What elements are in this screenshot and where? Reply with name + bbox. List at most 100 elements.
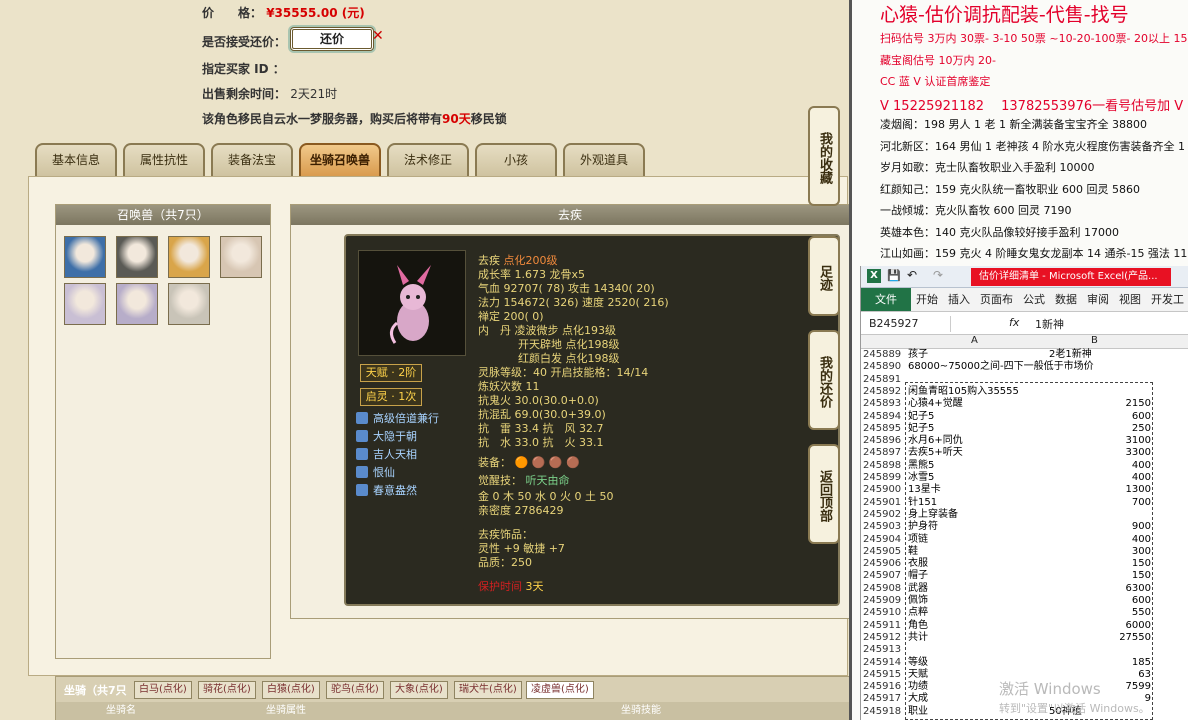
- row-number[interactable]: 245918: [863, 706, 905, 718]
- ribbon-tab-7[interactable]: 审阅: [1082, 288, 1114, 311]
- pet-avatar-6[interactable]: [116, 283, 158, 325]
- cell-a[interactable]: 闲鱼青昭105购入35555: [908, 386, 1019, 398]
- cell-a[interactable]: 护身符: [908, 521, 938, 533]
- mount-tab[interactable]: 白猿(点化): [262, 681, 320, 699]
- row-number[interactable]: 245911: [863, 620, 905, 632]
- row-number[interactable]: 245907: [863, 570, 905, 582]
- row-number[interactable]: 245915: [863, 669, 905, 681]
- undo-icon[interactable]: ↶: [907, 268, 917, 282]
- cell-a[interactable]: 等级: [908, 657, 928, 669]
- row-number[interactable]: 245901: [863, 497, 905, 509]
- ribbon-tab-2[interactable]: 开始: [911, 288, 943, 311]
- row-number[interactable]: 245914: [863, 657, 905, 669]
- cell-b[interactable]: 250: [1041, 423, 1151, 435]
- cell-b[interactable]: 400: [1041, 460, 1151, 472]
- cell-b[interactable]: 6300: [1041, 583, 1151, 595]
- cell-a[interactable]: 孩子: [908, 349, 928, 361]
- side-button-4[interactable]: 返回顶部: [808, 444, 840, 544]
- cell-a[interactable]: 鞋: [908, 546, 918, 558]
- ribbon-tab-8[interactable]: 视图: [1114, 288, 1146, 311]
- cell-b[interactable]: 700: [1041, 497, 1151, 509]
- row-number[interactable]: 245900: [863, 484, 905, 496]
- fx-icon[interactable]: fx: [1009, 316, 1019, 329]
- row-number[interactable]: 245904: [863, 534, 905, 546]
- ribbon-tab-6[interactable]: 数据: [1050, 288, 1082, 311]
- cell-a[interactable]: 佩饰: [908, 595, 928, 607]
- col-a-header[interactable]: A: [971, 335, 978, 346]
- mount-tab[interactable]: 大象(点化): [390, 681, 448, 699]
- ribbon-tab-1[interactable]: 文件: [861, 288, 911, 311]
- cell-b[interactable]: 185: [1041, 657, 1151, 669]
- ribbon-tab-9[interactable]: 开发工: [1146, 288, 1188, 311]
- ribbon-tab-5[interactable]: 公式: [1018, 288, 1050, 311]
- row-number[interactable]: 245894: [863, 411, 905, 423]
- row-number[interactable]: 245890: [863, 361, 905, 373]
- row-number[interactable]: 245905: [863, 546, 905, 558]
- mount-tab[interactable]: 瑞犬牛(点化): [454, 681, 522, 699]
- side-button-3[interactable]: 我的还价: [808, 330, 840, 430]
- cell-a[interactable]: 点粹: [908, 607, 928, 619]
- cell-a[interactable]: 黑熊5: [908, 460, 934, 472]
- cell-b[interactable]: 550: [1041, 607, 1151, 619]
- cell-a[interactable]: 去疾5+听天: [908, 447, 963, 459]
- row-number[interactable]: 245895: [863, 423, 905, 435]
- mount-tab[interactable]: 驼鸟(点化): [326, 681, 384, 699]
- cell-b[interactable]: 3300: [1041, 447, 1151, 459]
- cell-b[interactable]: 1300: [1041, 484, 1151, 496]
- tab-7[interactable]: 外观道具: [563, 143, 645, 176]
- skill-item[interactable]: 吉人天相: [356, 446, 417, 462]
- cell-a[interactable]: 心猿4+觉醒: [908, 398, 963, 410]
- tab-4[interactable]: 坐骑召唤兽: [299, 143, 381, 176]
- cell-a[interactable]: 冰雪5: [908, 472, 934, 484]
- cell-a[interactable]: 妃子5: [908, 423, 934, 435]
- row-number[interactable]: 245893: [863, 398, 905, 410]
- row-number[interactable]: 245891: [863, 374, 905, 386]
- cell-b[interactable]: 6000: [1041, 620, 1151, 632]
- row-number[interactable]: 245908: [863, 583, 905, 595]
- cell-a[interactable]: 68000~75000之间-四下一般低于市场价: [908, 361, 1094, 373]
- cell-a[interactable]: 妃子5: [908, 411, 934, 423]
- counter-offer-button[interactable]: 还价: [290, 27, 374, 51]
- cell-b[interactable]: 27550: [1041, 632, 1151, 644]
- cell-a[interactable]: 身上穿装备: [908, 509, 958, 521]
- row-number[interactable]: 245898: [863, 460, 905, 472]
- save-icon[interactable]: 💾: [887, 269, 901, 282]
- cell-b[interactable]: 400: [1041, 472, 1151, 484]
- cell-a[interactable]: 天赋: [908, 669, 928, 681]
- close-icon[interactable]: ✕: [372, 28, 384, 44]
- cell-b[interactable]: 2150: [1041, 398, 1151, 410]
- skill-item[interactable]: 大隐于朝: [356, 428, 417, 444]
- cell-a[interactable]: 项链: [908, 534, 928, 546]
- cell-a[interactable]: 职业: [908, 706, 928, 718]
- tab-1[interactable]: 基本信息: [35, 143, 117, 176]
- row-number[interactable]: 245903: [863, 521, 905, 533]
- row-number[interactable]: 245902: [863, 509, 905, 521]
- cell-a[interactable]: 功绩: [908, 681, 928, 693]
- row-number[interactable]: 245896: [863, 435, 905, 447]
- cell-a[interactable]: 水月6+同仇: [908, 435, 963, 447]
- cell-b[interactable]: 600: [1041, 595, 1151, 607]
- cell-b-text[interactable]: 2老1新神: [1049, 349, 1092, 361]
- cell-b[interactable]: 150: [1041, 570, 1151, 582]
- tab-2[interactable]: 属性抗性: [123, 143, 205, 176]
- tab-3[interactable]: 装备法宝: [211, 143, 293, 176]
- cell-a[interactable]: 共计: [908, 632, 928, 644]
- skill-item[interactable]: 恨仙: [356, 464, 395, 480]
- pet-avatar-2[interactable]: [116, 236, 158, 278]
- cell-b[interactable]: 3100: [1041, 435, 1151, 447]
- pet-avatar-3[interactable]: [168, 236, 210, 278]
- side-button-2[interactable]: 足迹: [808, 236, 840, 316]
- tab-6[interactable]: 小孩: [475, 143, 557, 176]
- redo-icon[interactable]: ↷: [933, 268, 943, 282]
- cell-b[interactable]: 300: [1041, 546, 1151, 558]
- pet-avatar-4[interactable]: [220, 236, 262, 278]
- skill-item[interactable]: 高级倍道兼行: [356, 410, 439, 426]
- row-number[interactable]: 245912: [863, 632, 905, 644]
- cell-a[interactable]: 衣服: [908, 558, 928, 570]
- name-box[interactable]: B245927: [869, 316, 951, 332]
- row-number[interactable]: 245906: [863, 558, 905, 570]
- col-b-header[interactable]: B: [1091, 335, 1098, 346]
- skill-item[interactable]: 春意盎然: [356, 482, 417, 498]
- row-number[interactable]: 245909: [863, 595, 905, 607]
- row-number[interactable]: 245892: [863, 386, 905, 398]
